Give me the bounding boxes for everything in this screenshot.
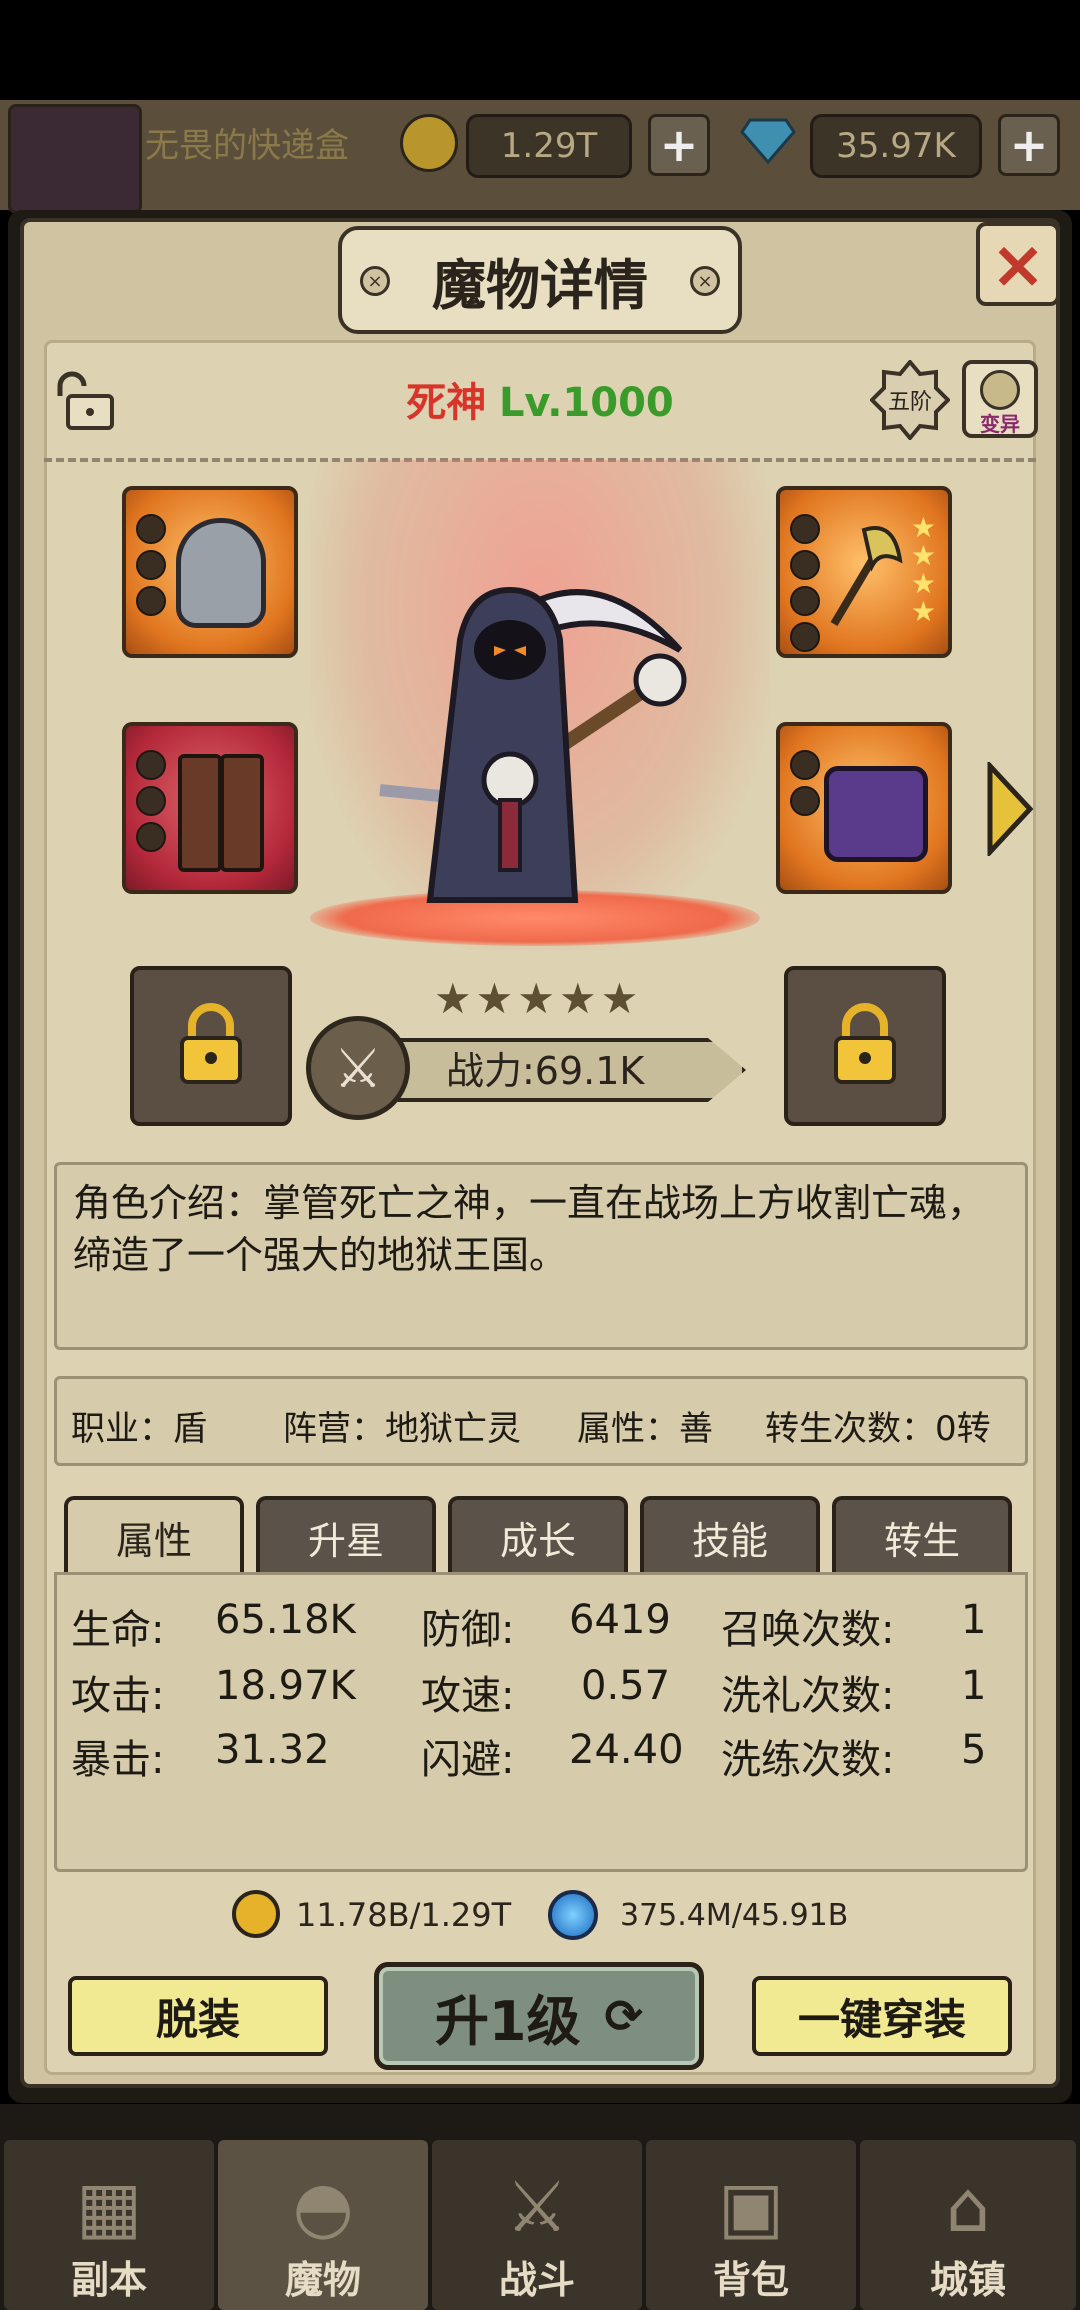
power-indicator: ⚔ 战力:69.1K <box>306 1016 756 1120</box>
attr-row: 攻击: 18.97K 攻速: 0.57 洗礼次数: 1 <box>57 1663 1025 1723</box>
helmet-icon <box>176 518 266 628</box>
boots-icon <box>220 754 264 872</box>
attr-value: 6419 <box>569 1597 671 1643</box>
tab-skills[interactable]: 技能 <box>640 1496 820 1574</box>
upgrade-button[interactable]: 升1级 ⟳ <box>374 1962 704 2070</box>
equip-slot-armor[interactable] <box>776 722 952 894</box>
tab-attributes[interactable]: 属性 <box>64 1496 244 1574</box>
armor-icon <box>824 766 928 862</box>
nav-town[interactable]: ⌂ 城镇 <box>860 2140 1076 2310</box>
nav-battle[interactable]: ⚔ 战斗 <box>432 2140 642 2310</box>
attr-value: 65.18K <box>215 1597 356 1643</box>
tab-star-up[interactable]: 升星 <box>256 1496 436 1574</box>
locked-slot-right[interactable] <box>784 966 946 1126</box>
refresh-icon: ⟳ <box>604 1989 644 2043</box>
map-icon: ▦ <box>75 2166 143 2248</box>
job-label: 职业：盾 <box>71 1409 207 1449</box>
skull-icon <box>980 370 1020 410</box>
nav-monsters[interactable]: ◓ 魔物 <box>218 2140 428 2310</box>
gold-coin-icon <box>400 114 458 172</box>
attr-value: 18.97K <box>215 1663 356 1709</box>
faction-label: 阵营：地狱亡灵 <box>283 1409 521 1449</box>
attr-value: 31.32 <box>215 1727 330 1773</box>
variant-badge[interactable]: 变异 <box>962 360 1038 438</box>
equip-all-button[interactable]: 一键穿装 <box>752 1976 1012 2056</box>
diamond-icon <box>740 118 796 165</box>
power-value: 战力:69.1K <box>446 1049 645 1093</box>
diamond-amount: 35.97K <box>810 114 982 178</box>
lock-icon <box>830 1002 900 1090</box>
monster-description: 角色介绍：掌管死亡之神，一直在战场上方收割亡魂，缔造了一个强大的地狱王国。 <box>54 1162 1028 1350</box>
next-arrow-button[interactable] <box>986 759 1034 859</box>
unequip-button[interactable]: 脱装 <box>68 1976 328 2056</box>
reaper-monster-sprite[interactable] <box>360 570 720 920</box>
add-gold-button[interactable]: + <box>648 114 710 176</box>
gold-amount: 1.29T <box>466 114 632 178</box>
alignment-label: 属性：善 <box>577 1409 713 1449</box>
equip-slot-weapon[interactable]: ★ ★ ★ ★ <box>776 486 952 658</box>
helmet-icon: ◓ <box>292 2166 354 2248</box>
monster-level: Lv.1000 <box>498 380 674 426</box>
monster-info-bar: 职业：盾 阵营：地狱亡灵 属性：善 转生次数：0转 <box>54 1376 1028 1466</box>
essence-icon <box>548 1890 598 1940</box>
attr-label: 生命: <box>71 1607 165 1653</box>
essence-cost: 375.4M/45.91B <box>620 1898 849 1933</box>
attr-value: 1 <box>961 1597 987 1643</box>
upgrade-label: 升1级 <box>434 1989 581 2053</box>
weapon-stars: ★ ★ ★ ★ <box>910 511 936 628</box>
axe-icon <box>824 520 904 630</box>
crossed-swords-icon: ⚔ <box>306 1016 410 1120</box>
equip-slot-boots[interactable] <box>122 722 298 894</box>
add-diamond-button[interactable]: + <box>998 114 1060 176</box>
gold-coin-icon <box>232 1890 280 1938</box>
bolt-icon: × <box>690 266 720 296</box>
boots-icon <box>178 754 222 872</box>
top-resource-bar: 无畏的快递盒 1.29T + 35.97K + <box>0 100 1080 214</box>
dialog-title-plate: × 魔物详情 × <box>338 226 742 334</box>
attr-value: 0.57 <box>581 1663 671 1709</box>
attr-value: 1 <box>961 1663 987 1709</box>
equip-slot-helmet[interactable] <box>122 486 298 658</box>
attr-label: 洗练次数: <box>721 1737 895 1783</box>
locked-slot-left[interactable] <box>130 966 292 1126</box>
attr-label: 洗礼次数: <box>721 1673 895 1719</box>
lock-icon <box>176 1002 246 1090</box>
player-name: 无畏的快递盒 <box>145 126 349 166</box>
tab-growth[interactable]: 成长 <box>448 1496 628 1574</box>
attr-value: 24.40 <box>569 1727 684 1773</box>
rebirth-label: 转生次数：0转 <box>765 1409 991 1449</box>
close-button[interactable]: × <box>976 222 1060 306</box>
nav-dungeon[interactable]: ▦ 副本 <box>4 2140 214 2310</box>
close-icon: × <box>990 225 1046 303</box>
monster-name: 死神 <box>406 380 487 426</box>
rank-badge-label: 五阶 <box>887 390 932 415</box>
backpack-icon: ▣ <box>717 2166 785 2248</box>
attr-value: 5 <box>961 1727 987 1773</box>
attr-label: 防御: <box>421 1607 515 1653</box>
town-icon: ⌂ <box>945 2166 991 2248</box>
attr-label: 召唤次数: <box>721 1607 895 1653</box>
attr-label: 攻击: <box>71 1673 165 1719</box>
attributes-panel: 生命: 65.18K 防御: 6419 召唤次数: 1 攻击: 18.97K 攻… <box>54 1572 1028 1872</box>
attr-label: 闪避: <box>421 1737 515 1783</box>
attr-row: 生命: 65.18K 防御: 6419 召唤次数: 1 <box>57 1597 1025 1657</box>
variant-badge-label: 变异 <box>980 412 1020 436</box>
attr-label: 攻速: <box>421 1673 515 1719</box>
crossed-swords-icon: ⚔ <box>505 2166 569 2248</box>
player-avatar[interactable] <box>8 104 142 214</box>
upgrade-cost-line: 11.78B/1.29T 375.4M/45.91B <box>230 1886 930 1946</box>
tab-rebirth[interactable]: 转生 <box>832 1496 1012 1574</box>
attr-label: 暴击: <box>71 1737 165 1783</box>
bolt-icon: × <box>360 266 390 296</box>
rank-badge[interactable]: 五阶 <box>870 360 950 440</box>
dialog-title: 魔物详情 <box>432 253 648 317</box>
nav-backpack[interactable]: ▣ 背包 <box>646 2140 856 2310</box>
gold-cost: 11.78B/1.29T <box>296 1896 512 1934</box>
attr-row: 暴击: 31.32 闪避: 24.40 洗练次数: 5 <box>57 1727 1025 1787</box>
